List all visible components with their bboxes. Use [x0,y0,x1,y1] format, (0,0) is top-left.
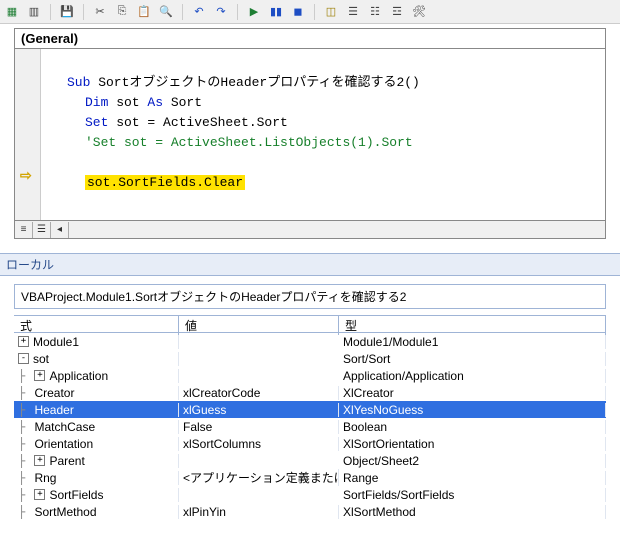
locals-var-type: Application/Application [339,369,606,383]
tree-toggle-icon[interactable]: - [18,353,29,364]
stop-icon[interactable]: ◼ [290,4,306,20]
cut-icon[interactable]: ✂ [92,4,108,20]
locals-row[interactable]: ├ +ApplicationApplication/Application [14,367,606,384]
locals-panel-title: ローカル [0,253,620,276]
code-editor[interactable]: Sub SortオブジェクトのHeaderプロパティを確認する2() Dim s… [41,49,428,220]
locals-var-value: xlGuess [179,403,339,417]
locals-var-value: xlSortColumns [179,437,339,451]
undo-icon[interactable]: ↶ [191,4,207,20]
locals-row[interactable]: + Module1 Module1/Module1 [14,333,606,350]
locals-row[interactable]: ├ +ParentObject/Sheet2 [14,452,606,469]
locals-var-type: Range [339,471,606,485]
run-icon[interactable]: ▶ [246,4,262,20]
procedure-view-icon[interactable]: ☰ [33,222,51,238]
locals-grid-body: +Module1Module1/Module1-sotSort/Sort├ +A… [14,333,606,520]
redo-icon[interactable]: ↷ [213,4,229,20]
excel-icon[interactable]: ▦ [4,4,20,20]
locals-var-type: XlCreator [339,386,606,400]
locals-var-value: xlPinYin [179,505,339,519]
locals-var-name: Parent [49,454,84,468]
locals-var-type: SortFields/SortFields [339,488,606,502]
locals-var-type: XlSortOrientation [339,437,606,451]
locals-var-name: MatchCase [34,420,95,434]
comment-line: 'Set sot = ActiveSheet.ListObjects(1).So… [85,135,413,150]
locals-var-name: Orientation [34,437,93,451]
locals-var-name: Module1 [33,335,79,349]
locals-var-type: Sort/Sort [339,352,606,366]
locals-var-type: Module1/Module1 [339,335,606,349]
code-view-tabs: ≡ ☰ ◂ [14,221,606,239]
design-mode-icon[interactable]: ◫ [323,4,339,20]
main-toolbar: ▦ ▥ 💾 ✂ ⎘ 📋 🔍 ↶ ↷ ▶ ▮▮ ◼ ◫ ☰ ☷ ☲ 🛠 [0,0,620,24]
locals-var-name: Rng [34,471,56,485]
tree-toggle-icon[interactable]: + [34,489,45,500]
sheet-icon[interactable]: ▥ [26,4,42,20]
keyword-dim: Dim [85,95,108,110]
properties-icon[interactable]: ☷ [367,4,383,20]
find-icon[interactable]: 🔍 [158,4,174,20]
locals-row[interactable]: ├ CreatorxlCreatorCodeXlCreator [14,384,606,401]
project-explorer-icon[interactable]: ☰ [345,4,361,20]
locals-var-name: SortFields [49,488,103,502]
paste-icon[interactable]: 📋 [136,4,152,20]
locals-var-type: Object/Sheet2 [339,454,606,468]
locals-context: VBAProject.Module1.SortオブジェクトのHeaderプロパテ… [14,284,606,309]
locals-row[interactable]: ├ OrientationxlSortColumnsXlSortOrientat… [14,435,606,452]
tree-toggle-icon[interactable]: + [34,455,45,466]
locals-grid-header: 式 値 型 [14,316,606,333]
col-expression[interactable]: 式 [14,316,179,335]
keyword-as: As [147,95,163,110]
locals-row[interactable]: ├ SortMethodxlPinYinXlSortMethod [14,503,606,520]
code-gutter: ⇨ [15,49,41,220]
locals-row[interactable]: -sot Sort/Sort [14,350,606,367]
locals-row[interactable]: ├ HeaderxlGuessXlYesNoGuess [14,401,606,418]
col-type[interactable]: 型 [339,316,606,335]
sub-name: SortオブジェクトのHeaderプロパティを確認する2() [90,75,419,90]
locals-var-type: XlYesNoGuess [339,403,606,417]
save-icon[interactable]: 💾 [59,4,75,20]
locals-var-value: False [179,420,339,434]
procedure-dropdown-label: (General) [21,31,78,46]
locals-var-name: Creator [34,386,74,400]
code-pane[interactable]: ⇨ Sub SortオブジェクトのHeaderプロパティを確認する2() Dim… [14,49,606,221]
break-icon[interactable]: ▮▮ [268,4,284,20]
locals-var-name: Header [34,403,73,417]
locals-var-value: xlCreatorCode [179,386,339,400]
locals-var-type: Boolean [339,420,606,434]
locals-grid: 式 値 型 + Module1 Module1/Module1 -sot Sort/So… [14,315,606,520]
keyword-set: Set [85,115,108,130]
copy-icon[interactable]: ⎘ [114,4,130,20]
locals-var-value: <アプリケーション定義または [179,469,339,486]
execution-pointer-icon: ⇨ [20,167,32,184]
procedure-dropdown[interactable]: (General) [14,28,606,49]
locals-row[interactable]: ├ Rng<アプリケーション定義またはRange [14,469,606,486]
toolbox-icon[interactable]: 🛠 [411,4,427,20]
tree-toggle-icon[interactable]: + [18,336,29,347]
locals-row[interactable]: ├ +SortFieldsSortFields/SortFields [14,486,606,503]
full-module-view-icon[interactable]: ≡ [15,222,33,238]
locals-var-name: SortMethod [34,505,96,519]
tree-toggle-icon[interactable]: + [34,370,45,381]
locals-var-name: Application [49,369,108,383]
current-exec-line: sot.SortFields.Clear [85,175,245,190]
locals-row[interactable]: ├ MatchCaseFalseBoolean [14,418,606,435]
keyword-sub: Sub [67,75,90,90]
scroll-left-icon[interactable]: ◂ [51,222,69,238]
col-value[interactable]: 値 [179,316,339,335]
locals-var-name: sot [33,352,49,366]
locals-var-type: XlSortMethod [339,505,606,519]
object-browser-icon[interactable]: ☲ [389,4,405,20]
